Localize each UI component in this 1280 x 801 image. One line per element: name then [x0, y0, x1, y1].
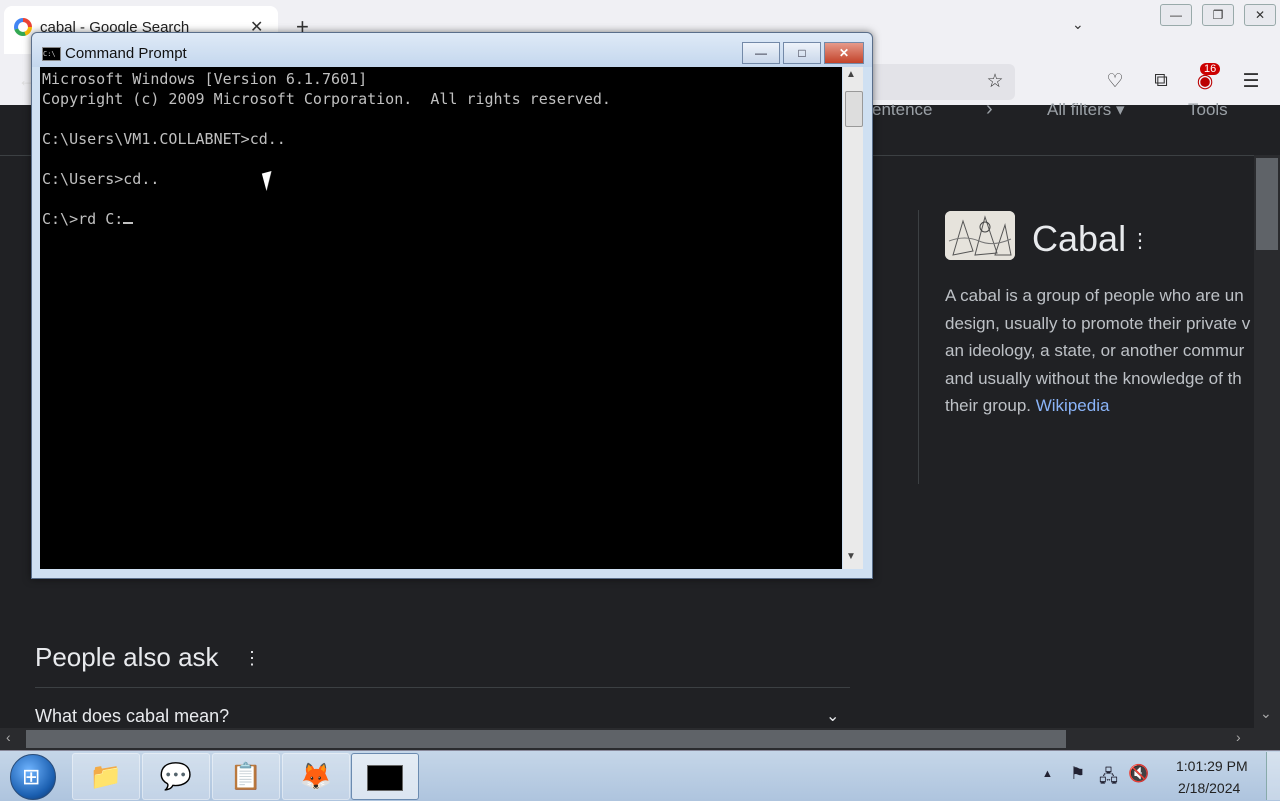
- chat-app-icon[interactable]: 💬: [142, 753, 210, 800]
- console-line: Microsoft Windows [Version 6.1.7601]: [42, 70, 368, 88]
- knowledge-panel-title: Cabal: [1032, 218, 1127, 259]
- console-line: Copyright (c) 2009 Microsoft Corporation…: [42, 90, 611, 108]
- tabs-next-chevron-icon[interactable]: ›: [986, 98, 993, 121]
- wikipedia-link[interactable]: Wikipedia: [1036, 396, 1110, 415]
- firefox-icon[interactable]: 🦊: [282, 753, 350, 800]
- cmd-scroll-down-icon[interactable]: ▼: [846, 551, 856, 562]
- cmd-maximize-button[interactable]: □: [783, 42, 821, 64]
- task-app-icon[interactable]: 📋: [212, 753, 280, 800]
- tools-button[interactable]: Tools: [1188, 100, 1228, 120]
- scroll-left-arrow-icon[interactable]: ‹: [6, 729, 11, 745]
- kp-desc-line: design, usually to promote their private…: [945, 313, 1251, 333]
- kp-desc-line: an ideology, a state, or another commur: [945, 341, 1245, 361]
- people-also-ask-heading: People also ask: [35, 642, 219, 672]
- tray-expand-icon[interactable]: ▲: [1042, 768, 1053, 780]
- clock-date[interactable]: 2/18/2024: [1178, 780, 1240, 796]
- browser-close-button[interactable]: ✕: [1244, 4, 1276, 26]
- cmd-window-icon: C:\: [42, 47, 61, 61]
- cmd-vertical-scrollbar[interactable]: [843, 67, 863, 569]
- text-cursor: [123, 222, 134, 224]
- kp-desc-line: their group.: [945, 396, 1031, 416]
- hamburger-menu-icon[interactable]: ☰: [1238, 70, 1264, 93]
- show-desktop-button[interactable]: [1266, 752, 1280, 800]
- page-scroll-thumb[interactable]: [1256, 158, 1278, 250]
- tab-list-chevron-icon[interactable]: ⌄: [1072, 16, 1084, 33]
- pocket-icon[interactable]: ♡: [1102, 70, 1128, 93]
- console-output[interactable]: Microsoft Windows [Version 6.1.7601] Cop…: [40, 67, 842, 569]
- knowledge-panel-image[interactable]: [945, 211, 1015, 260]
- all-filters-button[interactable]: All filters ▾: [1047, 100, 1125, 120]
- cmd-minimize-button[interactable]: —: [742, 42, 780, 64]
- kp-desc-line: A cabal is a group of people who are un: [945, 286, 1244, 305]
- search-tabs-row: entence › All filters ▾ Tools: [860, 96, 1260, 126]
- extension-badge: 16: [1200, 63, 1221, 75]
- tab-sentence-partial[interactable]: entence: [872, 100, 933, 120]
- extensions-icon[interactable]: ⧉: [1148, 70, 1174, 92]
- knowledge-panel-border: [918, 210, 919, 484]
- cmd-scroll-thumb[interactable]: [845, 91, 863, 127]
- volume-muted-icon[interactable]: 🔇: [1128, 764, 1149, 784]
- command-prompt-taskbar-icon[interactable]: [351, 753, 419, 800]
- windows-logo-icon: ⊞: [22, 764, 41, 789]
- paa-more-options-icon[interactable]: ⋮: [243, 648, 261, 669]
- console-current-line[interactable]: C:\>rd C:: [42, 210, 123, 228]
- network-icon[interactable]: 🖧: [1099, 764, 1118, 793]
- cmd-scroll-up-icon[interactable]: ▲: [846, 69, 856, 80]
- browser-minimize-button[interactable]: —: [1160, 4, 1192, 26]
- horizontal-scroll-thumb[interactable]: [26, 730, 1066, 748]
- console-line: C:\Users>cd..: [42, 170, 160, 188]
- cmd-window-title: Command Prompt: [65, 45, 187, 62]
- scroll-down-arrow-icon[interactable]: ⌄: [1260, 705, 1272, 722]
- scroll-right-arrow-icon[interactable]: ›: [1236, 729, 1241, 745]
- kp-more-options-icon[interactable]: ⋮: [1130, 228, 1150, 253]
- cmd-close-button[interactable]: ✕: [824, 42, 864, 64]
- chevron-down-icon[interactable]: ⌄: [826, 706, 839, 726]
- google-favicon-icon: [14, 18, 32, 36]
- browser-restore-button[interactable]: ❐: [1202, 4, 1234, 26]
- paa-divider: [35, 687, 850, 688]
- action-center-flag-icon[interactable]: ⚑: [1070, 764, 1085, 784]
- paa-question[interactable]: What does cabal mean?: [35, 706, 229, 727]
- file-explorer-icon[interactable]: 📁: [72, 753, 140, 800]
- console-line: C:\Users\VM1.COLLABNET>cd..: [42, 130, 286, 148]
- bookmark-star-icon[interactable]: ☆: [982, 70, 1008, 93]
- clock-time[interactable]: 1:01:29 PM: [1176, 758, 1248, 774]
- kp-desc-line: and usually without the knowledge of th: [945, 368, 1242, 388]
- knowledge-panel-description: A cabal is a group of people who are un …: [945, 282, 1253, 422]
- kp-desc-line-last: their group. Wikipedia: [945, 392, 1253, 420]
- command-prompt-window[interactable]: C:\ Command Prompt — □ ✕ Microsoft Windo…: [31, 32, 873, 579]
